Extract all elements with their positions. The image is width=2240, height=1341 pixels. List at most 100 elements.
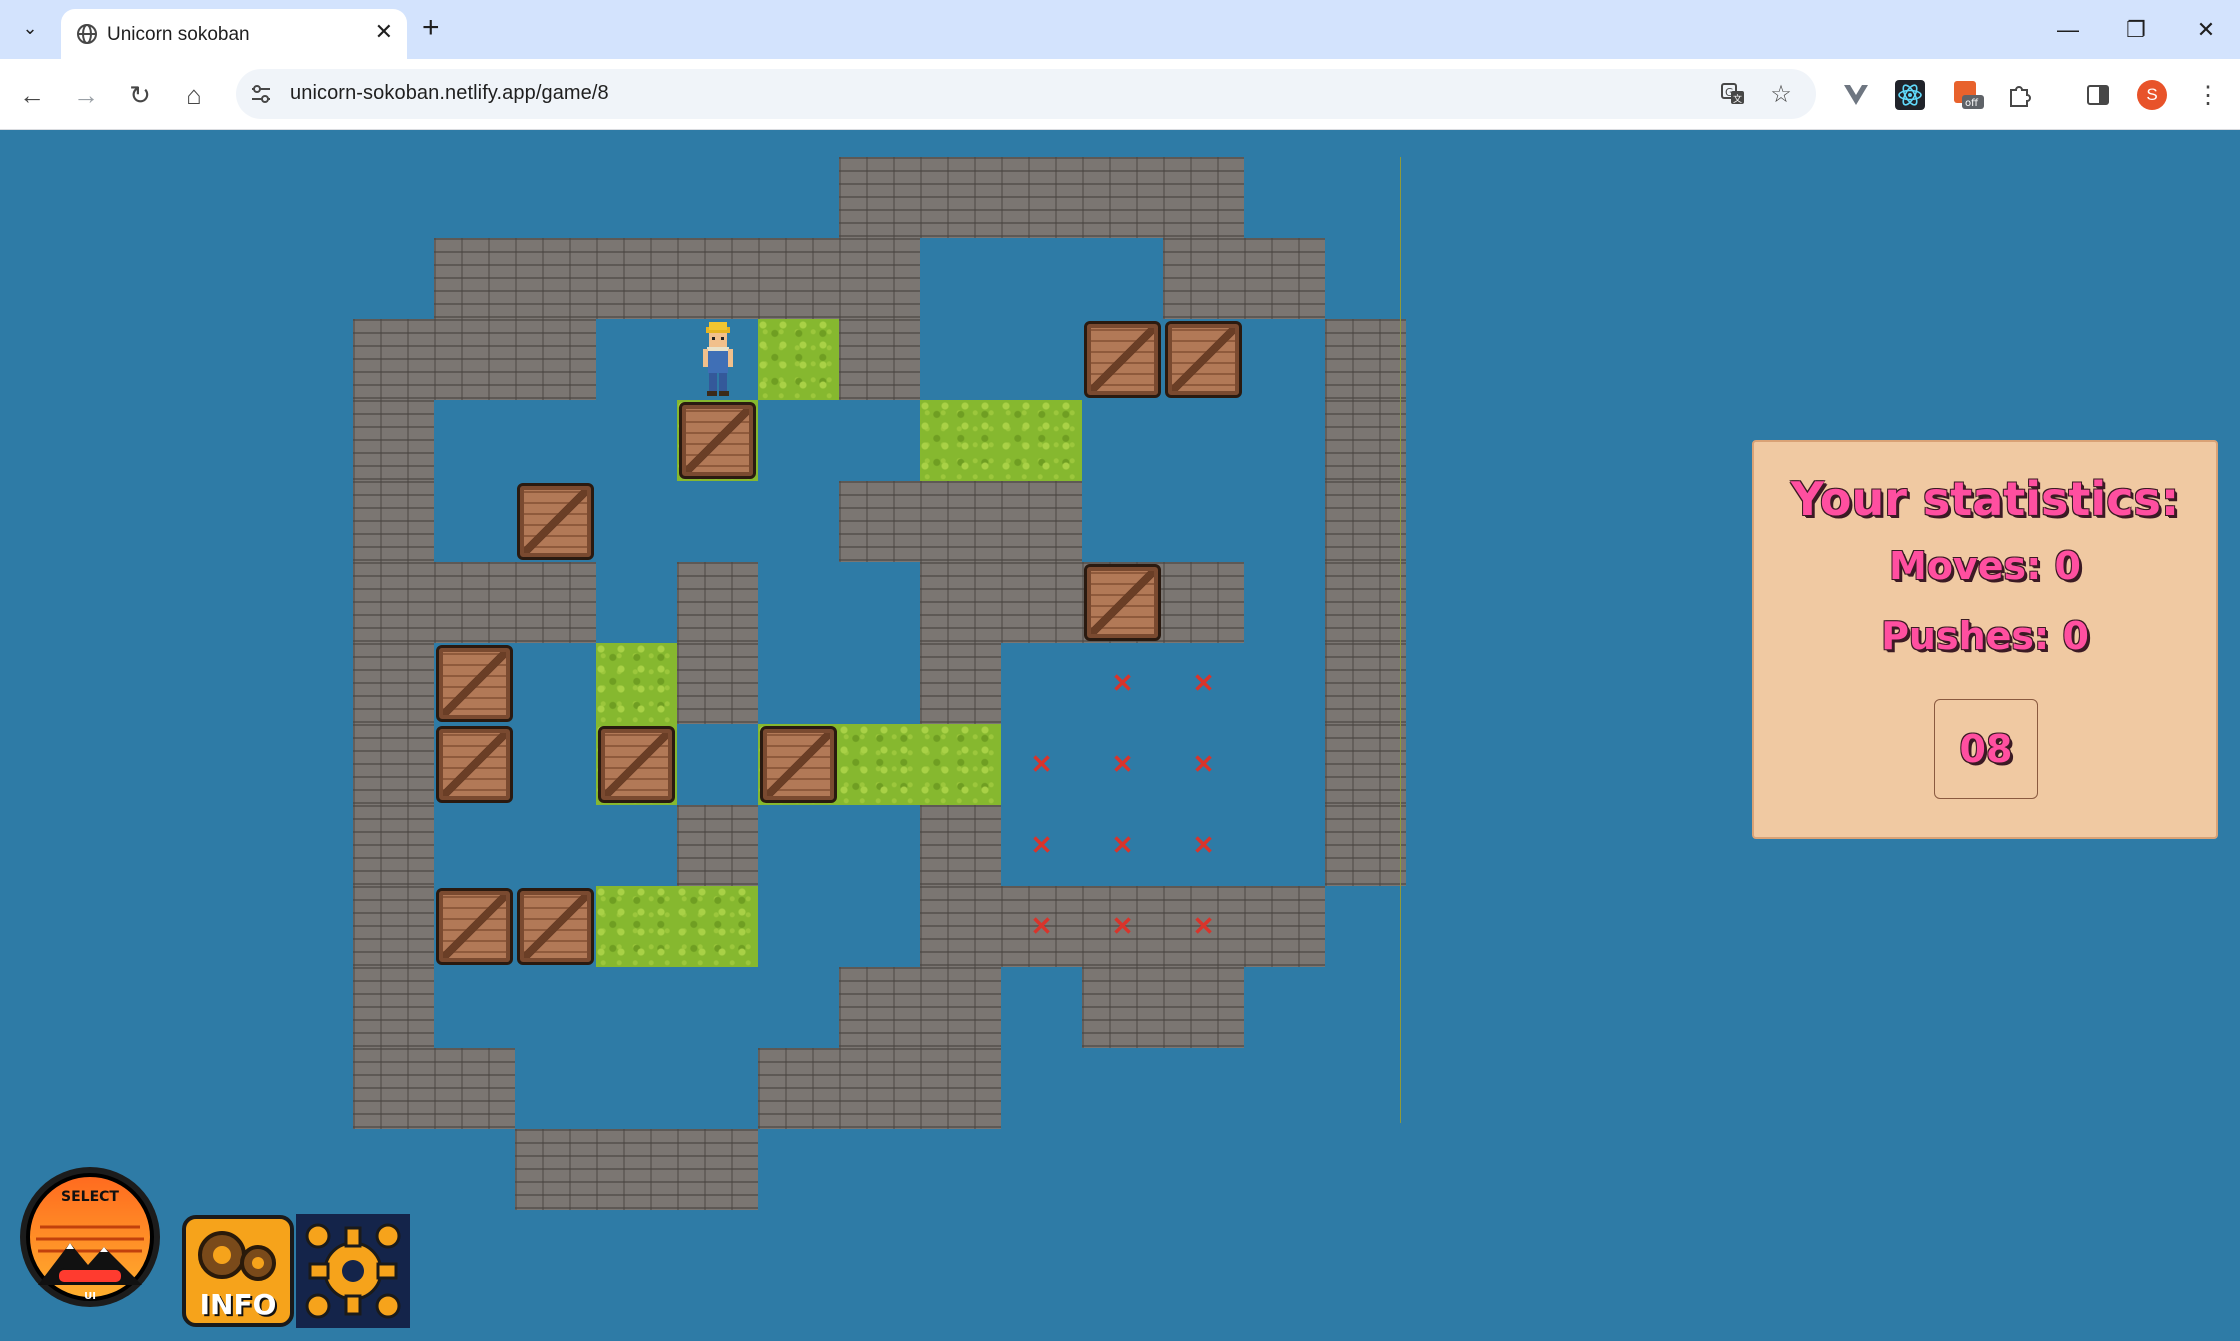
wall-tile [353, 886, 434, 967]
wall-tile [839, 238, 920, 319]
wall-tile [515, 319, 596, 400]
wall-tile [1325, 643, 1406, 724]
react-devtools-icon[interactable] [1894, 79, 1926, 111]
crate [517, 888, 594, 965]
goal-marker: ✕ [1030, 749, 1053, 779]
pushes-counter: Pushes: 0 [1881, 614, 2089, 658]
wall-tile [434, 319, 515, 400]
tab-search-dropdown-icon[interactable]: ⌄ [14, 12, 46, 44]
wall-tile [920, 805, 1001, 886]
wall-tile [677, 238, 758, 319]
crate [598, 726, 675, 803]
floor-tile [677, 886, 758, 967]
extensions-puzzle-icon[interactable] [2004, 79, 2036, 111]
extension-off-icon[interactable]: off [1952, 79, 1984, 111]
wall-tile [515, 562, 596, 643]
floor-tile [596, 886, 677, 967]
wall-tile [596, 1129, 677, 1210]
goal-marker: ✕ [1111, 668, 1134, 698]
goal-marker: ✕ [1111, 749, 1134, 779]
gear-icon [305, 1223, 401, 1319]
board-edge-line [1400, 157, 1401, 1123]
info-button[interactable]: INFO [182, 1215, 294, 1327]
crate [436, 726, 513, 803]
wall-tile [1163, 562, 1244, 643]
crate [1084, 321, 1161, 398]
wall-tile [1325, 724, 1406, 805]
tab-title: Unicorn sokoban [107, 24, 250, 45]
level-number: 08 [1959, 727, 2013, 771]
crate [517, 483, 594, 560]
more-menu-icon[interactable]: ⋮ [2192, 79, 2224, 111]
wall-tile [920, 1048, 1001, 1129]
wall-tile [353, 1048, 434, 1129]
crate [679, 402, 756, 479]
wall-tile [434, 1048, 515, 1129]
vue-devtools-icon[interactable] [1840, 79, 1872, 111]
wall-tile [1244, 238, 1325, 319]
minimize-icon[interactable]: — [2048, 10, 2088, 50]
wall-tile [515, 1129, 596, 1210]
goal-marker: ✕ [1030, 830, 1053, 860]
browser-toolbar: ← → ↻ ⌂ unicorn-sokoban.netlify.app/game… [0, 59, 2240, 130]
statistics-panel: Your statistics: Moves: 0 Pushes: 0 08 [1752, 440, 2218, 839]
wall-tile [353, 319, 434, 400]
floor-tile [758, 319, 839, 400]
wall-tile [920, 643, 1001, 724]
reload-icon[interactable]: ↻ [120, 75, 160, 115]
active-tab[interactable]: Unicorn sokoban ✕ [61, 9, 407, 59]
crate [436, 888, 513, 965]
address-bar[interactable]: unicorn-sokoban.netlify.app/game/8 G文 ☆ [236, 69, 1816, 119]
side-panel-icon[interactable] [2082, 79, 2114, 111]
svg-text:文: 文 [1733, 93, 1742, 105]
select-label: SELECT [61, 1189, 119, 1205]
globe-icon [77, 24, 97, 44]
floor-tile [920, 400, 1001, 481]
wall-tile [839, 967, 920, 1048]
floor-tile [839, 724, 920, 805]
wall-tile [677, 1129, 758, 1210]
site-info-icon[interactable] [248, 81, 274, 107]
wall-tile [1001, 481, 1082, 562]
floor-tile [920, 724, 1001, 805]
bookmark-star-icon[interactable]: ☆ [1766, 79, 1796, 109]
wall-tile [920, 562, 1001, 643]
wall-tile [1325, 400, 1406, 481]
wall-tile [677, 643, 758, 724]
wall-tile [758, 238, 839, 319]
wall-tile [1325, 481, 1406, 562]
profile-avatar[interactable]: S [2136, 79, 2168, 111]
goal-marker: ✕ [1030, 911, 1053, 941]
goal-marker: ✕ [1111, 911, 1134, 941]
url-text: unicorn-sokoban.netlify.app/game/8 [290, 82, 609, 104]
wall-tile [596, 238, 677, 319]
home-icon[interactable]: ⌂ [174, 75, 214, 115]
profile-initial: S [2137, 80, 2167, 110]
wall-tile [839, 1048, 920, 1129]
restore-icon[interactable]: ❐ [2116, 10, 2156, 50]
wall-tile [920, 481, 1001, 562]
wall-tile [839, 319, 920, 400]
back-icon[interactable]: ← [12, 75, 52, 115]
info-label: INFO [199, 1288, 277, 1321]
wall-tile [353, 805, 434, 886]
wall-tile [677, 562, 758, 643]
select-level-button[interactable]: SELECT UI [18, 1165, 162, 1309]
new-tab-icon[interactable]: + [422, 12, 440, 44]
floor-tile [1001, 400, 1082, 481]
svg-text:off: off [1965, 98, 1979, 109]
wall-tile [353, 967, 434, 1048]
wall-tile [434, 562, 515, 643]
moves-counter: Moves: 0 [1889, 544, 2081, 588]
crate [1165, 321, 1242, 398]
wall-tile [1163, 157, 1244, 238]
close-tab-icon[interactable]: ✕ [375, 19, 393, 45]
forward-icon[interactable]: → [66, 75, 106, 115]
settings-button[interactable] [296, 1214, 410, 1328]
translate-icon[interactable]: G文 [1718, 79, 1748, 109]
level-indicator: 08 [1934, 699, 2038, 799]
wall-tile [353, 400, 434, 481]
wall-tile [920, 967, 1001, 1048]
close-window-icon[interactable]: ✕ [2186, 10, 2226, 50]
wall-tile [920, 157, 1001, 238]
